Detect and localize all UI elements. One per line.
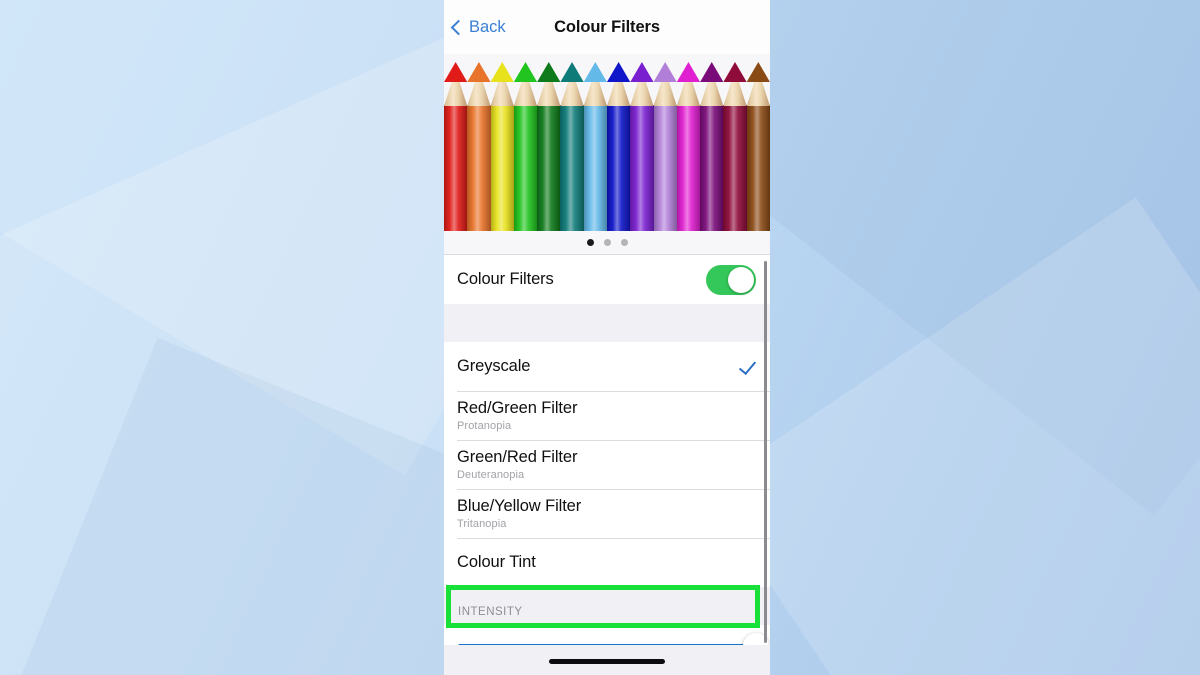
home-indicator[interactable] — [549, 659, 665, 664]
wallpaper-facet — [704, 197, 1200, 675]
pencil-tip — [606, 62, 631, 82]
filter-option-label: Red/Green Filter — [457, 399, 578, 417]
filter-option-subtitle: Tritanopia — [457, 518, 507, 530]
pencil-body — [537, 105, 561, 231]
filter-option-row[interactable]: Green/Red Filter Deuteranopia — [444, 440, 770, 489]
pencil-tip — [513, 62, 538, 82]
pencil-tip — [723, 62, 747, 82]
pencil — [560, 54, 584, 231]
filter-option-label: Colour Tint — [457, 553, 536, 571]
toggle-section: Colour Filters — [444, 255, 770, 304]
pencil-body — [653, 105, 677, 231]
filter-options-list: Greyscale Red/Green Filter Protanopia Green… — [444, 342, 770, 587]
pencil — [606, 54, 631, 231]
filter-option-text: Red/Green Filter Protanopia — [457, 399, 577, 432]
pencil-body — [676, 105, 701, 231]
bottom-bar — [444, 645, 770, 675]
pencil-tip — [467, 62, 491, 82]
pencil — [676, 54, 701, 231]
pencil — [723, 54, 747, 231]
filter-option-text: Blue/Yellow Filter Tritanopia — [457, 497, 581, 530]
back-button-label: Back — [469, 17, 506, 36]
filter-option-label: Blue/Yellow Filter — [457, 497, 582, 515]
filter-option-subtitle: Protanopia — [457, 420, 512, 432]
pencil-tip — [537, 62, 561, 82]
page-dot[interactable] — [620, 239, 628, 246]
filter-option-row[interactable]: Red/Green Filter Protanopia — [444, 391, 770, 440]
page-dot[interactable] — [586, 239, 594, 246]
page-dot[interactable] — [603, 239, 611, 246]
filter-preview-banner[interactable] — [444, 54, 770, 231]
pencil — [746, 54, 770, 231]
pencil-body — [513, 105, 538, 231]
pencil — [630, 54, 654, 231]
filter-option-text: Greyscale — [457, 357, 530, 376]
filter-option-text: Green/Red Filter Deuteranopia — [457, 448, 577, 481]
section-gap — [444, 304, 770, 342]
pencil — [700, 54, 724, 231]
filter-option-subtitle: Deuteranopia — [457, 469, 525, 481]
phone-screen: Back Colour Filters Colour Filters Greys… — [444, 0, 770, 675]
pencil-body — [490, 105, 514, 231]
pencil — [513, 54, 538, 231]
colour-filters-toggle-row[interactable]: Colour Filters — [444, 255, 770, 304]
pencil — [653, 54, 677, 231]
colour-filters-toggle[interactable] — [706, 264, 756, 295]
page-indicator-dots[interactable] — [444, 231, 770, 255]
pencil-body — [630, 105, 654, 231]
pencil-tip — [700, 62, 724, 82]
filter-option-row[interactable]: Greyscale — [444, 342, 770, 391]
pencil-tip — [653, 62, 677, 82]
pencil-tip — [676, 62, 701, 82]
back-button[interactable]: Back — [450, 17, 506, 37]
pencil — [444, 54, 468, 231]
pencil-tip — [583, 62, 607, 82]
vertical-scrollbar[interactable] — [764, 261, 767, 643]
screenshot-stage: Back Colour Filters Colour Filters Greys… — [0, 0, 1200, 675]
pencil-tip — [444, 62, 468, 82]
pencil-tip — [560, 62, 584, 82]
filter-option-row[interactable]: Blue/Yellow Filter Tritanopia — [444, 489, 770, 538]
intensity-section-header: INTENSITY — [444, 587, 770, 625]
filter-option-text: Colour Tint — [457, 553, 536, 572]
filter-option-row[interactable]: Colour Tint — [444, 538, 770, 587]
pencil-tip — [490, 62, 514, 82]
pencil — [537, 54, 561, 231]
toggle-knob — [728, 266, 754, 293]
chevron-left-icon — [450, 19, 467, 35]
pencil-body — [560, 105, 584, 231]
pencil — [490, 54, 514, 231]
filter-option-label: Green/Red Filter — [457, 448, 578, 466]
pencil — [583, 54, 607, 231]
colored-pencils-image — [444, 54, 770, 231]
pencil-body — [467, 105, 491, 231]
pencil-body — [723, 105, 747, 231]
settings-content: Colour Filters Greyscale Red/Green Filter… — [444, 255, 770, 675]
colour-filters-label: Colour Filters — [457, 270, 554, 288]
pencil — [467, 54, 491, 231]
pencil-body — [606, 105, 631, 231]
pencil-tip — [630, 62, 654, 82]
filter-option-label: Greyscale — [457, 357, 531, 375]
pencil-body — [583, 105, 607, 231]
navigation-bar: Back Colour Filters — [444, 0, 770, 54]
check-icon — [738, 358, 756, 376]
pencil-body — [700, 105, 724, 231]
pencil-body — [444, 105, 468, 231]
pencil-body — [746, 105, 770, 231]
pencil-tip — [746, 62, 770, 82]
